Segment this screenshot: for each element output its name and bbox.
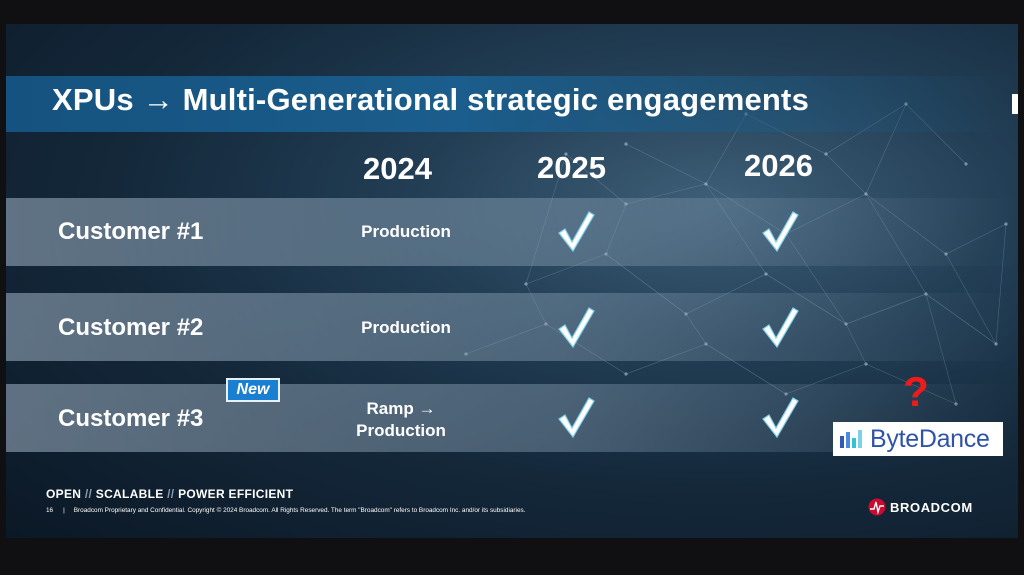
bytedance-logo: ByteDance xyxy=(833,422,1003,456)
customer-2-2024-status: Production xyxy=(361,318,451,337)
new-badge: New xyxy=(226,378,280,402)
year-2025-header: 2025 xyxy=(537,150,606,185)
footer-legal: 16 | Broadcom Proprietary and Confidential… xyxy=(46,507,526,514)
bytedance-bars-icon xyxy=(840,430,862,448)
customer-2-label: Customer #2 xyxy=(58,314,204,341)
broadcom-wordmark: BROADCOM xyxy=(890,499,973,515)
tagline: OPEN // SCALABLE // POWER EFFICIENT xyxy=(46,487,294,501)
check-icon xyxy=(762,307,799,349)
page-number: 16 xyxy=(46,507,54,514)
slide: XPUs → Multi-Generational strategic enga… xyxy=(6,24,1018,538)
check-icon xyxy=(558,307,595,349)
customer-1-label: Customer #1 xyxy=(58,218,204,245)
question-mark: ? xyxy=(903,368,929,415)
broadcom-logo-icon xyxy=(868,498,886,516)
copyright-text: Broadcom Proprietary and Confidential. C… xyxy=(73,507,526,514)
check-icon xyxy=(762,211,799,253)
check-icon xyxy=(762,397,799,439)
year-2024-header: 2024 xyxy=(363,151,432,186)
check-icon xyxy=(558,397,595,439)
broadcom-brand: BROADCOM xyxy=(868,498,973,516)
customer-1-2024-status: Production xyxy=(361,222,451,241)
check-icon xyxy=(558,211,595,253)
customer-3-2024-status: Ramp → Production xyxy=(356,399,446,440)
edge-tab xyxy=(1012,94,1018,114)
bytedance-wordmark: ByteDance xyxy=(870,424,990,453)
year-2026-header: 2026 xyxy=(744,148,813,183)
customer-3-label: Customer #3 xyxy=(58,405,204,432)
slide-title: XPUs → Multi-Generational strategic enga… xyxy=(52,82,810,117)
